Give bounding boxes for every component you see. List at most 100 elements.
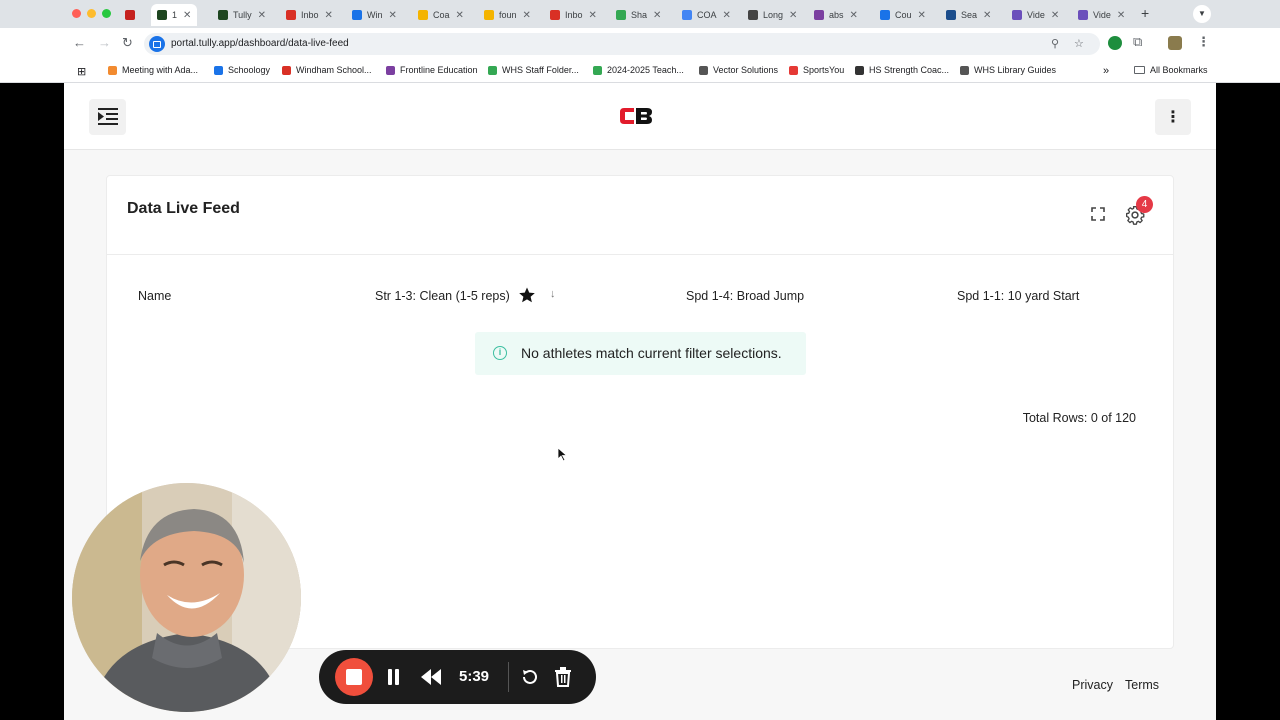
menu-indent-icon (97, 108, 118, 125)
browser-tab[interactable]: Cou ✕ (880, 4, 926, 26)
browser-tab[interactable]: abs ✕ (814, 4, 858, 26)
profile-avatar[interactable] (1168, 36, 1182, 50)
pause-recording-button[interactable] (387, 669, 401, 685)
apps-grid-icon[interactable]: ⊞ (77, 65, 86, 78)
bookmark-item[interactable]: Vector Solutions (699, 65, 778, 75)
close-tab-icon[interactable]: ✕ (183, 10, 191, 21)
app-menu-button[interactable]: ⋮ (1155, 99, 1191, 135)
close-tab-icon[interactable]: ✕ (723, 10, 731, 21)
browser-tab[interactable]: Inbo ✕ (286, 4, 333, 26)
bookmark-item[interactable]: Frontline Education (386, 65, 478, 75)
bookmark-item[interactable]: Schoology (214, 65, 270, 75)
bookmark-favicon-icon (214, 65, 223, 75)
browser-tab[interactable]: Vide ✕ (1012, 4, 1059, 26)
delete-recording-icon[interactable] (554, 667, 572, 687)
browser-tab[interactable]: 1 ✕ (151, 4, 198, 26)
bookmark-label: HS Strength Coac... (869, 65, 950, 75)
tab-label: Inbo (565, 10, 583, 20)
browser-tab[interactable]: Long ✕ (748, 4, 797, 26)
tab-label: Coa (433, 10, 450, 20)
fullscreen-icon[interactable] (1091, 207, 1105, 221)
info-icon: i (493, 346, 507, 360)
slides-icon (484, 10, 494, 20)
bookmark-item[interactable]: SportsYou (789, 65, 844, 75)
sidebar-toggle-button[interactable] (89, 99, 126, 135)
presenter-video-image (72, 483, 301, 712)
empty-state-alert: i No athletes match current filter selec… (475, 332, 806, 375)
new-tab-button[interactable]: + (1141, 5, 1149, 21)
close-tab-icon[interactable]: ✕ (850, 10, 858, 21)
stop-recording-button[interactable] (335, 658, 373, 696)
back-button[interactable]: ← (73, 35, 86, 50)
close-tab-icon[interactable]: ✕ (258, 10, 266, 21)
browser-tab[interactable]: Sha ✕ (616, 4, 661, 26)
address-bar[interactable]: portal.tully.app/dashboard/data-live-fee… (144, 33, 1100, 55)
card-title: Data Live Feed (127, 200, 240, 217)
tab-label: COA (697, 10, 717, 20)
close-tab-icon[interactable]: ✕ (789, 10, 797, 21)
column-header-broad-jump[interactable]: Spd 1-4: Broad Jump (686, 289, 804, 303)
tully-logo[interactable] (620, 106, 653, 126)
bookmarks-overflow-icon[interactable]: » (1103, 65, 1109, 77)
bookmark-favicon-icon (699, 65, 708, 75)
bookmark-item[interactable]: HS Strength Coac... (855, 65, 949, 75)
close-window-button[interactable] (72, 9, 81, 18)
column-header-clean[interactable]: Str 1-3: Clean (1-5 reps) (375, 289, 510, 303)
all-bookmarks-label: All Bookmarks (1150, 65, 1208, 75)
close-tab-icon[interactable]: ✕ (983, 10, 991, 21)
browser-tab[interactable]: foun ✕ (484, 4, 531, 26)
bookmark-item[interactable]: WHS Staff Folder... (488, 65, 579, 75)
star-icon[interactable] (518, 286, 536, 304)
bookmark-label: Vector Solutions (713, 65, 779, 75)
browser-tab[interactable]: Win ✕ (352, 4, 397, 26)
zoom-icon[interactable]: ⚲ (1051, 37, 1059, 50)
webcam-bubble[interactable] (72, 483, 301, 712)
bookmark-item[interactable]: Windham School... (282, 65, 372, 75)
sort-descending-icon[interactable]: ↓ (550, 288, 556, 300)
terms-link[interactable]: Terms (1125, 678, 1159, 692)
all-bookmarks-button[interactable]: All Bookmarks (1134, 65, 1208, 75)
empty-state-message: No athletes match current filter selecti… (521, 345, 782, 361)
bookmark-label: WHS Library Guides (974, 65, 1057, 75)
recorder-divider (508, 662, 509, 692)
privacy-link[interactable]: Privacy (1072, 678, 1113, 692)
close-tab-icon[interactable]: ✕ (653, 10, 661, 21)
extensions-puzzle-icon[interactable]: ⧉ (1133, 34, 1142, 50)
browser-tab[interactable]: COA ✕ (682, 4, 731, 26)
browser-tab[interactable]: Sea ✕ (946, 4, 991, 26)
browser-tab[interactable]: Inbo ✕ (550, 4, 597, 26)
zoom-window-button[interactable] (102, 9, 111, 18)
close-tab-icon[interactable]: ✕ (1117, 10, 1125, 21)
close-tab-icon[interactable]: ✕ (389, 10, 397, 21)
restart-recording-icon[interactable] (520, 667, 540, 687)
bookmark-item[interactable]: Meeting with Ada... (108, 65, 198, 75)
forward-button[interactable]: → (98, 35, 111, 50)
column-header-name[interactable]: Name (138, 289, 171, 303)
browser-tab[interactable]: Coa ✕ (418, 4, 464, 26)
tab-label: 1 (172, 10, 178, 20)
close-tab-icon[interactable]: ✕ (456, 10, 464, 21)
bookmark-favicon-icon (789, 65, 798, 75)
minimize-window-button[interactable] (87, 9, 96, 18)
bookmark-star-icon[interactable]: ☆ (1074, 37, 1084, 50)
browser-tab[interactable]: Tully ✕ (218, 4, 266, 26)
bookmark-item[interactable]: 2024-2025 Teach... (593, 65, 684, 75)
close-tab-icon[interactable]: ✕ (1051, 10, 1059, 21)
grammarly-extension-icon[interactable] (1108, 36, 1122, 50)
gmail-icon (286, 10, 296, 20)
reload-button[interactable]: ↻ (122, 35, 133, 51)
card-header: Data Live Feed 4 (107, 176, 1173, 255)
bookmark-item[interactable]: WHS Library Guides (960, 65, 1056, 75)
column-header-10-yard-start[interactable]: Spd 1-1: 10 yard Start (957, 289, 1079, 303)
close-tab-icon[interactable]: ✕ (325, 10, 333, 21)
close-tab-icon[interactable]: ✕ (918, 10, 926, 21)
browser-tab[interactable] (125, 4, 140, 26)
browser-tab[interactable]: Vide ✕ (1078, 4, 1125, 26)
close-tab-icon[interactable]: ✕ (523, 10, 531, 21)
rewind-icon[interactable] (421, 669, 441, 685)
gmail-icon (550, 10, 560, 20)
close-tab-icon[interactable]: ✕ (589, 10, 597, 21)
tab-search-button[interactable]: ▼ (1193, 5, 1211, 23)
settings-count-badge: 4 (1136, 196, 1153, 213)
browser-menu-icon[interactable]: ⋮ (1197, 34, 1210, 50)
